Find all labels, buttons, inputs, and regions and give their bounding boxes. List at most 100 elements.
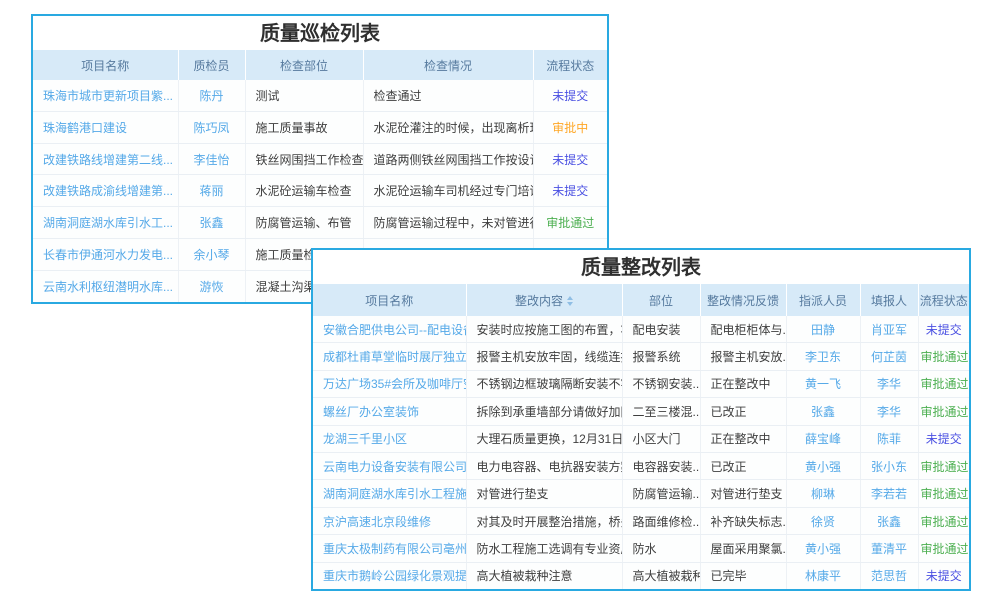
inspector-link[interactable]: 陈巧凤 bbox=[178, 111, 245, 143]
inspector-link[interactable]: 游恢 bbox=[178, 271, 245, 302]
assignee-link[interactable]: 黄小强 bbox=[786, 535, 860, 562]
project-link[interactable]: 龙湖三千里小区 bbox=[313, 425, 466, 452]
part-cell: 防腐管运输... bbox=[622, 480, 700, 507]
rectify-content-cell: 不锈钢边框玻璃隔断安装不牢... bbox=[466, 370, 622, 397]
rectify-content-cell: 对管进行垫支 bbox=[466, 480, 622, 507]
inspector-link[interactable]: 陈丹 bbox=[178, 80, 245, 111]
sort-caret-down-icon bbox=[567, 302, 573, 306]
check-situation-cell: 道路两侧铁丝网围挡工作按设计... bbox=[363, 143, 533, 175]
inspector-link[interactable]: 余小琴 bbox=[178, 239, 245, 271]
table-row: 改建铁路线增建第二线... 李佳怡 铁丝网围挡工作检查 道路两侧铁丝网围挡工作按… bbox=[33, 143, 607, 175]
assignee-link[interactable]: 林康平 bbox=[786, 562, 860, 589]
project-link[interactable]: 安徽合肥供电公司--配电设备... bbox=[313, 316, 466, 343]
col-header-check-part: 检查部位 bbox=[245, 50, 363, 80]
table-row: 龙湖三千里小区 大理石质量更换，12月31日之... 小区大门 正在整改中 薛宝… bbox=[313, 425, 969, 452]
reporter-link[interactable]: 李华 bbox=[860, 370, 918, 397]
table-row: 螺丝厂办公室装饰 拆除到承重墙部分请做好加固... 二至三楼混... 已改正 张… bbox=[313, 398, 969, 425]
reporter-link[interactable]: 肖亚军 bbox=[860, 316, 918, 343]
part-cell: 配电安装 bbox=[622, 316, 700, 343]
status-badge: 未提交 bbox=[918, 562, 969, 589]
status-badge: 未提交 bbox=[918, 316, 969, 343]
status-badge: 审批中 bbox=[533, 111, 607, 143]
project-link[interactable]: 万达广场35#会所及咖啡厅空... bbox=[313, 370, 466, 397]
project-link[interactable]: 螺丝厂办公室装饰 bbox=[313, 398, 466, 425]
table-row: 改建铁路成渝线增建第... 蒋丽 水泥砼运输车检查 水泥砼运输车司机经过专门培训… bbox=[33, 175, 607, 207]
col-header-inspector: 质检员 bbox=[178, 50, 245, 80]
project-link[interactable]: 京沪高速北京段维修 bbox=[313, 507, 466, 534]
check-situation-cell: 防腐管运输过程中，未对管进行... bbox=[363, 207, 533, 239]
inspector-link[interactable]: 张鑫 bbox=[178, 207, 245, 239]
reporter-link[interactable]: 陈菲 bbox=[860, 425, 918, 452]
project-link[interactable]: 改建铁路成渝线增建第... bbox=[33, 175, 178, 207]
reporter-link[interactable]: 张小东 bbox=[860, 452, 918, 479]
feedback-cell: 屋面采用聚氯... bbox=[700, 535, 786, 562]
reporter-link[interactable]: 何芷茵 bbox=[860, 343, 918, 370]
table-row: 重庆市鹅岭公园绿化景观提升... 高大植被栽种注意 高大植被栽种 已完毕 林康平… bbox=[313, 562, 969, 589]
project-link[interactable]: 云南电力设备安装有限公司20... bbox=[313, 452, 466, 479]
rectify-content-cell: 防水工程施工选调有专业资质... bbox=[466, 535, 622, 562]
project-link[interactable]: 重庆太极制药有限公司亳州中... bbox=[313, 535, 466, 562]
status-badge: 审批通过 bbox=[918, 507, 969, 534]
assignee-link[interactable]: 柳琳 bbox=[786, 480, 860, 507]
project-link[interactable]: 云南水利枢纽潜明水库... bbox=[33, 271, 178, 302]
feedback-cell: 已改正 bbox=[700, 452, 786, 479]
reporter-link[interactable]: 范思哲 bbox=[860, 562, 918, 589]
assignee-link[interactable]: 黄一飞 bbox=[786, 370, 860, 397]
feedback-cell: 对管进行垫支 bbox=[700, 480, 786, 507]
feedback-cell: 正在整改中 bbox=[700, 425, 786, 452]
feedback-cell: 已改正 bbox=[700, 398, 786, 425]
feedback-cell: 配电柜柜体与... bbox=[700, 316, 786, 343]
assignee-link[interactable]: 田静 bbox=[786, 316, 860, 343]
assignee-link[interactable]: 李卫东 bbox=[786, 343, 860, 370]
status-badge: 未提交 bbox=[533, 143, 607, 175]
project-link[interactable]: 重庆市鹅岭公园绿化景观提升... bbox=[313, 562, 466, 589]
check-part-cell: 防腐管运输、布管 bbox=[245, 207, 363, 239]
assignee-link[interactable]: 徐贤 bbox=[786, 507, 860, 534]
assignee-link[interactable]: 张鑫 bbox=[786, 398, 860, 425]
feedback-cell: 已完毕 bbox=[700, 562, 786, 589]
check-situation-cell: 检查通过 bbox=[363, 80, 533, 111]
col-header-reporter: 填报人 bbox=[860, 284, 918, 316]
reporter-link[interactable]: 张鑫 bbox=[860, 507, 918, 534]
inspector-link[interactable]: 蒋丽 bbox=[178, 175, 245, 207]
check-situation-cell: 水泥砼灌注的时候，出现离析现象 bbox=[363, 111, 533, 143]
part-cell: 不锈钢安装... bbox=[622, 370, 700, 397]
table-row: 重庆太极制药有限公司亳州中... 防水工程施工选调有专业资质... 防水 屋面采… bbox=[313, 535, 969, 562]
inspector-link[interactable]: 李佳怡 bbox=[178, 143, 245, 175]
table-row: 成都杜甫草堂临时展厅独立展... 报警主机安放牢固，线缆连接... 报警系统 报… bbox=[313, 343, 969, 370]
status-badge: 审批通过 bbox=[918, 452, 969, 479]
reporter-link[interactable]: 董清平 bbox=[860, 535, 918, 562]
project-link[interactable]: 珠海市城市更新项目紫... bbox=[33, 80, 178, 111]
project-link[interactable]: 成都杜甫草堂临时展厅独立展... bbox=[313, 343, 466, 370]
col-header-rectify-content[interactable]: 整改内容 bbox=[466, 284, 622, 316]
status-badge: 审批通过 bbox=[918, 480, 969, 507]
project-link[interactable]: 珠海鹤港口建设 bbox=[33, 111, 178, 143]
col-header-project-name: 项目名称 bbox=[33, 50, 178, 80]
part-cell: 小区大门 bbox=[622, 425, 700, 452]
project-link[interactable]: 长春市伊通河水力发电... bbox=[33, 239, 178, 271]
reporter-link[interactable]: 李若若 bbox=[860, 480, 918, 507]
table-row: 湖南洞庭湖水库引水工... 张鑫 防腐管运输、布管 防腐管运输过程中，未对管进行… bbox=[33, 207, 607, 239]
col-header-flow-status: 流程状态 bbox=[918, 284, 969, 316]
project-link[interactable]: 改建铁路线增建第二线... bbox=[33, 143, 178, 175]
reporter-link[interactable]: 李华 bbox=[860, 398, 918, 425]
table-row: 湖南洞庭湖水库引水工程施工标 对管进行垫支 防腐管运输... 对管进行垫支 柳琳… bbox=[313, 480, 969, 507]
assignee-link[interactable]: 黄小强 bbox=[786, 452, 860, 479]
status-badge: 审批通过 bbox=[918, 535, 969, 562]
table-row: 万达广场35#会所及咖啡厅空... 不锈钢边框玻璃隔断安装不牢... 不锈钢安装… bbox=[313, 370, 969, 397]
table-row: 安徽合肥供电公司--配电设备... 安装时应按施工图的布置，将... 配电安装 … bbox=[313, 316, 969, 343]
project-link[interactable]: 湖南洞庭湖水库引水工程施工标 bbox=[313, 480, 466, 507]
part-cell: 二至三楼混... bbox=[622, 398, 700, 425]
part-cell: 电容器安装... bbox=[622, 452, 700, 479]
rectify-content-cell: 高大植被栽种注意 bbox=[466, 562, 622, 589]
rectification-table: 项目名称 整改内容 部位 整改情况反馈 指派人员 填报人 流程状态 安徽合肥供电… bbox=[313, 284, 969, 589]
sort-icon[interactable] bbox=[567, 296, 573, 306]
table-row: 珠海市城市更新项目紫... 陈丹 测试 检查通过 未提交 bbox=[33, 80, 607, 111]
inspection-list-title: 质量巡检列表 bbox=[33, 16, 607, 50]
rectify-content-cell: 报警主机安放牢固，线缆连接... bbox=[466, 343, 622, 370]
rectification-header-row: 项目名称 整改内容 部位 整改情况反馈 指派人员 填报人 流程状态 bbox=[313, 284, 969, 316]
assignee-link[interactable]: 薛宝峰 bbox=[786, 425, 860, 452]
feedback-cell: 补齐缺失标志... bbox=[700, 507, 786, 534]
project-link[interactable]: 湖南洞庭湖水库引水工... bbox=[33, 207, 178, 239]
part-cell: 报警系统 bbox=[622, 343, 700, 370]
